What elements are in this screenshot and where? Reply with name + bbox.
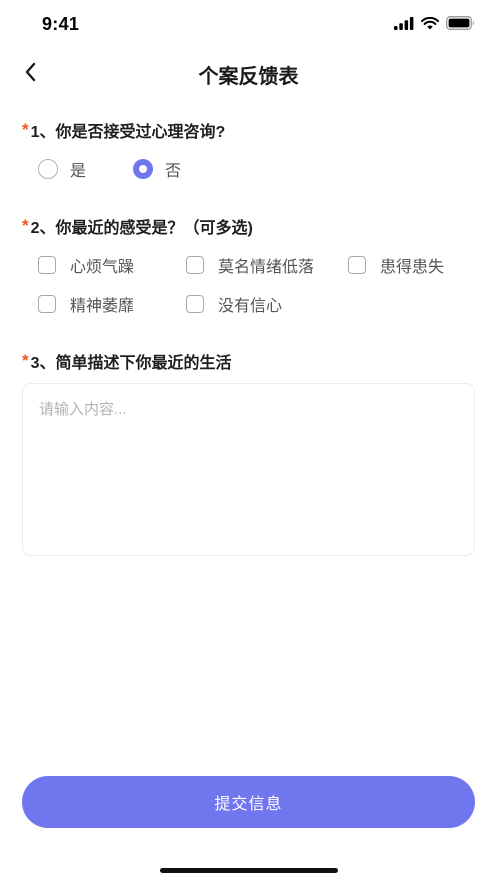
checkbox-listless[interactable]	[38, 295, 56, 313]
status-time: 9:41	[42, 14, 80, 34]
required-marker: *	[22, 120, 29, 139]
status-icons	[394, 16, 475, 35]
checkbox-option-listless[interactable]: 精神萎靡	[38, 292, 134, 316]
battery-icon	[446, 16, 475, 35]
checkbox-low-mood[interactable]	[186, 256, 204, 274]
status-bar: 9:41	[0, 0, 497, 50]
question-2-title: * 2、你最近的感受是？（可多选)	[22, 214, 253, 238]
checkbox-label-anxious: 患得患失	[380, 259, 445, 276]
question-3-text: 3、简单描述下你最近的生活	[30, 355, 232, 372]
nav-bar: 个案反馈表	[0, 50, 497, 98]
home-indicator	[160, 868, 338, 873]
checkbox-irritable[interactable]	[38, 256, 56, 274]
checkbox-label-low-mood: 莫名情绪低落	[218, 259, 315, 276]
checkbox-label-irritable: 心烦气躁	[70, 259, 135, 276]
page-title: 个案反馈表	[198, 66, 299, 88]
checkbox-label-listless: 精神萎靡	[70, 298, 135, 315]
required-marker: *	[22, 216, 29, 235]
checkbox-no-confidence[interactable]	[186, 295, 204, 313]
radio-option-yes[interactable]: 是	[38, 157, 86, 181]
radio-button-no[interactable]	[133, 159, 153, 179]
description-textarea[interactable]	[22, 383, 475, 556]
required-marker: *	[22, 351, 29, 370]
radio-option-no[interactable]: 否	[133, 157, 181, 181]
checkbox-label-no-confidence: 没有信心	[218, 298, 283, 315]
submit-button[interactable]: 提交信息	[22, 776, 475, 828]
checkbox-option-irritable[interactable]: 心烦气躁	[38, 253, 134, 277]
radio-label-no: 否	[165, 163, 182, 180]
checkbox-option-anxious[interactable]: 患得患失	[348, 253, 444, 277]
checkbox-option-low-mood[interactable]: 莫名情绪低落	[186, 253, 314, 277]
question-2-text: 2、你最近的感受是？（可多选)	[30, 220, 253, 237]
signal-icon	[394, 16, 414, 35]
checkbox-option-no-confidence[interactable]: 没有信心	[186, 292, 282, 316]
question-1-title: * 1、你是否接受过心理咨询?	[22, 118, 225, 142]
checkbox-anxious[interactable]	[348, 256, 366, 274]
wifi-icon	[421, 16, 439, 35]
question-3-title: * 3、简单描述下你最近的生活	[22, 349, 232, 373]
radio-button-yes[interactable]	[38, 159, 58, 179]
question-1-text: 1、你是否接受过心理咨询?	[30, 124, 226, 141]
radio-label-yes: 是	[70, 163, 87, 180]
